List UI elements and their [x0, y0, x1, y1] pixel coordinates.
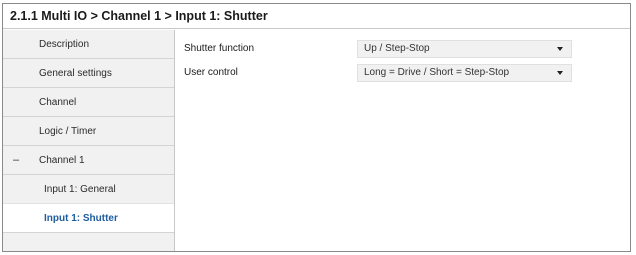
sidebar-item-label: Channel [39, 97, 77, 108]
minus-icon[interactable]: – [13, 146, 19, 175]
sidebar: Description General settings Channel Log… [3, 30, 175, 251]
select-value: Long = Drive / Short = Step-Stop [364, 67, 510, 78]
user-control-select[interactable]: Long = Drive / Short = Step-Stop [357, 64, 572, 82]
param-label: User control [184, 67, 238, 78]
sidebar-item-label: General settings [39, 68, 112, 79]
sidebar-item-channel[interactable]: Channel [3, 88, 174, 117]
sidebar-item-label: Description [39, 39, 90, 50]
sidebar-item-general-settings[interactable]: General settings [3, 59, 174, 88]
param-label: Shutter function [184, 43, 255, 54]
sidebar-item-input-1-shutter[interactable]: Input 1: Shutter [3, 204, 174, 233]
param-row-user-control: User control Long = Drive / Short = Step… [176, 64, 630, 82]
sidebar-item-label: Logic / Timer [39, 126, 97, 137]
chevron-down-icon [557, 71, 563, 75]
sidebar-item-input-1-general[interactable]: Input 1: General [3, 175, 174, 204]
shutter-function-select[interactable]: Up / Step-Stop [357, 40, 572, 58]
sidebar-item-label: Input 1: Shutter [44, 213, 118, 224]
select-value: Up / Step-Stop [364, 43, 430, 54]
sidebar-item-logic-timer[interactable]: Logic / Timer [3, 117, 174, 146]
sidebar-group-channel-1[interactable]: – Channel 1 [3, 146, 174, 175]
param-row-shutter-function: Shutter function Up / Step-Stop [176, 40, 630, 58]
sidebar-item-label: Input 1: General [44, 184, 116, 195]
parameter-window: 2.1.1 Multi IO > Channel 1 > Input 1: Sh… [2, 3, 631, 252]
parameter-panel: Shutter function Up / Step-Stop User con… [176, 30, 630, 251]
chevron-down-icon [557, 47, 563, 51]
sidebar-item-label: Channel 1 [39, 155, 85, 166]
window-title: 2.1.1 Multi IO > Channel 1 > Input 1: Sh… [3, 4, 630, 29]
sidebar-item-description[interactable]: Description [3, 30, 174, 59]
